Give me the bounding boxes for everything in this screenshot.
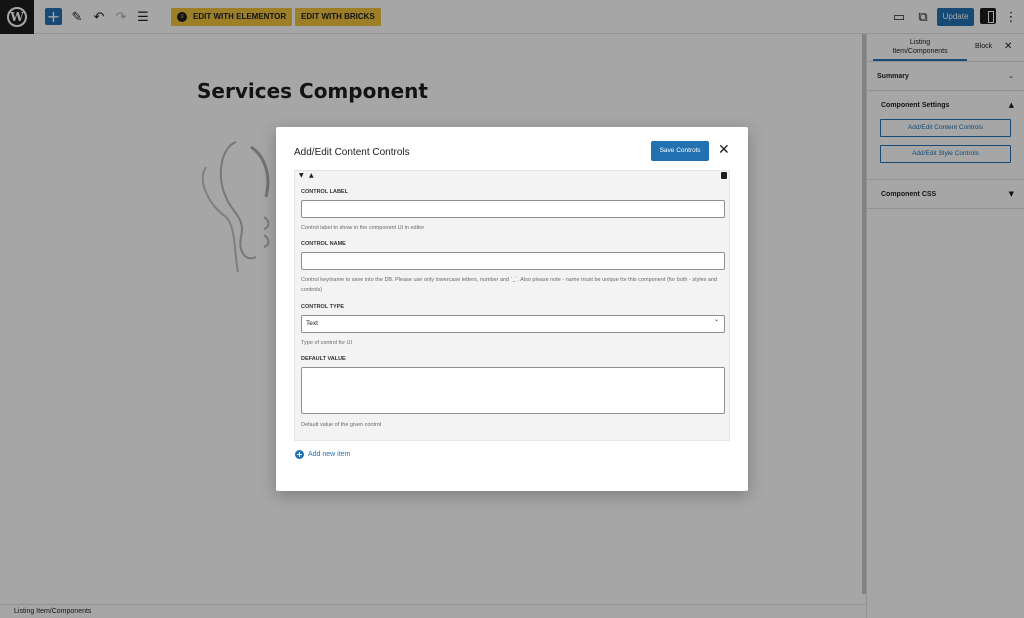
close-icon[interactable]: ✕ xyxy=(718,142,730,158)
control-type-select[interactable]: Text ⌄ xyxy=(301,315,725,333)
content-controls-modal: Add/Edit Content Controls Save Controls … xyxy=(276,127,748,491)
move-down-icon[interactable]: ▼ xyxy=(299,172,304,179)
control-type-label: CONTROL TYPE xyxy=(301,304,344,310)
control-item: ▼ ▲ CONTROL LABEL Control label to show … xyxy=(294,170,730,441)
control-label-help: Control label to show in the component U… xyxy=(301,225,425,231)
trash-icon[interactable] xyxy=(721,172,727,179)
control-name-help: Control key/name to save into the DB. Pl… xyxy=(301,277,718,293)
default-value-textarea[interactable] xyxy=(301,367,725,414)
add-new-item-button[interactable]: + Add new item xyxy=(295,450,350,459)
control-name-input[interactable] xyxy=(301,252,725,270)
control-name-label: CONTROL NAME xyxy=(301,241,346,247)
save-controls-button[interactable]: Save Controls xyxy=(651,141,709,161)
move-up-icon[interactable]: ▲ xyxy=(309,172,314,179)
control-type-value: Text xyxy=(306,320,318,327)
plus-circle-icon: + xyxy=(295,450,304,459)
add-new-item-label: Add new item xyxy=(308,451,351,458)
default-value-label: DEFAULT VALUE xyxy=(301,356,346,362)
default-value-help: Default value of the given control xyxy=(301,422,382,428)
control-label-input[interactable] xyxy=(301,200,725,218)
control-type-help: Type of control for UI xyxy=(301,340,353,346)
control-item-header: ▼ ▲ xyxy=(295,171,729,181)
modal-title: Add/Edit Content Controls xyxy=(294,147,410,158)
control-label-label: CONTROL LABEL xyxy=(301,189,348,195)
chevron-down-icon: ⌄ xyxy=(713,316,719,323)
